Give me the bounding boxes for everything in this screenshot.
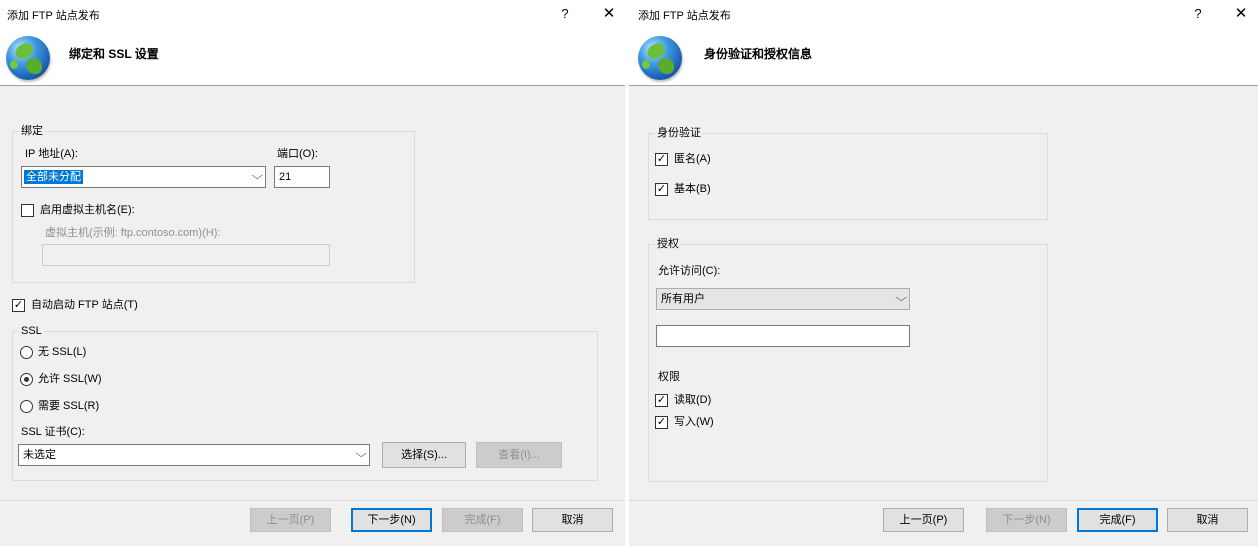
basic-checkbox[interactable]: ✓ [655, 183, 668, 196]
view-cert-button[interactable]: 查看(I)... [476, 442, 562, 468]
window-title: 添加 FTP 站点发布 [7, 10, 100, 22]
radio-require-ssl-label: 需要 SSL(R) [38, 400, 100, 412]
read-checkbox[interactable]: ✓ [655, 394, 668, 407]
cancel-button[interactable]: 取消 [1167, 508, 1248, 532]
help-button[interactable]: ? [1186, 4, 1210, 24]
ssl-cert-label: SSL 证书(C): [21, 426, 85, 438]
prev-button[interactable]: 上一页(P) [883, 508, 964, 532]
auto-start-checkbox[interactable]: ✓ [12, 299, 25, 312]
select-cert-button[interactable]: 选择(S)... [382, 442, 466, 468]
authentication-group: 身份验证 [648, 127, 1048, 220]
close-button[interactable]: ✕ [1228, 3, 1254, 25]
authentication-legend: 身份验证 [655, 127, 703, 140]
anonymous-checkbox[interactable]: ✓ [655, 153, 668, 166]
allow-access-label: 允许访问(C): [658, 265, 721, 277]
footer-divider [0, 500, 625, 501]
chevron-down-icon: ⌵ [250, 170, 263, 182]
wizard-header: 绑定和 SSL 设置 [0, 28, 625, 86]
virtual-host-checkbox[interactable] [21, 204, 34, 217]
footer-divider [629, 500, 1258, 501]
title-bar: 添加 FTP 站点发布 ? ✕ [0, 0, 625, 28]
write-checkbox[interactable]: ✓ [655, 416, 668, 429]
permissions-label: 权限 [658, 371, 680, 383]
port-input[interactable]: 21 [274, 166, 330, 188]
title-bar: 添加 FTP 站点发布 ? ✕ [629, 0, 1258, 28]
dialog-binding-ssl: 添加 FTP 站点发布 ? ✕ 绑定和 SSL 设置 绑定 IP 地址(A): … [0, 0, 625, 546]
chevron-down-icon: ⌵ [894, 292, 907, 304]
allow-access-select[interactable]: 所有用户 ⌵ [656, 288, 910, 310]
prev-button[interactable]: 上一页(P) [250, 508, 331, 532]
basic-label: 基本(B) [674, 183, 711, 195]
write-label: 写入(W) [674, 416, 714, 428]
port-label: 端口(O): [277, 148, 318, 160]
ip-address-select[interactable]: 全部未分配 ⌵ [21, 166, 266, 188]
ssl-legend: SSL [19, 325, 44, 338]
binding-legend: 绑定 [19, 125, 45, 138]
globe-icon [6, 36, 50, 80]
chevron-down-icon: ⌵ [354, 448, 367, 460]
virtual-host-label: 虚拟主机(示例: ftp.contoso.com)(H): [45, 227, 221, 239]
allow-access-value: 所有用户 [661, 293, 705, 305]
window-title: 添加 FTP 站点发布 [638, 10, 731, 22]
virtual-host-input[interactable] [42, 244, 330, 266]
finish-button[interactable]: 完成(F) [1077, 508, 1158, 532]
help-button[interactable]: ? [553, 4, 577, 24]
radio-no-ssl[interactable] [20, 346, 33, 359]
radio-allow-ssl[interactable] [20, 373, 33, 386]
page-title: 绑定和 SSL 设置 [69, 47, 159, 61]
virtual-host-checkbox-label: 启用虚拟主机名(E): [40, 204, 135, 216]
next-button[interactable]: 下一步(N) [986, 508, 1067, 532]
ssl-cert-select[interactable]: 未选定 ⌵ [18, 444, 370, 466]
ssl-cert-value: 未选定 [23, 449, 56, 461]
page-title: 身份验证和授权信息 [704, 47, 813, 61]
wizard-header: 身份验证和授权信息 [629, 28, 1258, 86]
dialog-auth: 添加 FTP 站点发布 ? ✕ 身份验证和授权信息 身份验证 ✓ 匿名(A) ✓… [629, 0, 1258, 546]
ip-address-value: 全部未分配 [24, 170, 83, 184]
finish-button[interactable]: 完成(F) [442, 508, 523, 532]
auto-start-label: 自动启动 FTP 站点(T) [31, 299, 138, 311]
close-button[interactable]: ✕ [596, 3, 622, 25]
user-input[interactable] [656, 325, 910, 347]
radio-allow-ssl-label: 允许 SSL(W) [38, 373, 102, 385]
radio-no-ssl-label: 无 SSL(L) [38, 346, 87, 358]
authorization-legend: 授权 [655, 238, 681, 251]
radio-require-ssl[interactable] [20, 400, 33, 413]
read-label: 读取(D) [674, 394, 712, 406]
ip-address-label: IP 地址(A): [25, 148, 78, 160]
globe-icon [638, 36, 682, 80]
authorization-group: 授权 [648, 238, 1048, 482]
cancel-button[interactable]: 取消 [532, 508, 613, 532]
next-button[interactable]: 下一步(N) [351, 508, 432, 532]
anonymous-label: 匿名(A) [674, 153, 711, 165]
